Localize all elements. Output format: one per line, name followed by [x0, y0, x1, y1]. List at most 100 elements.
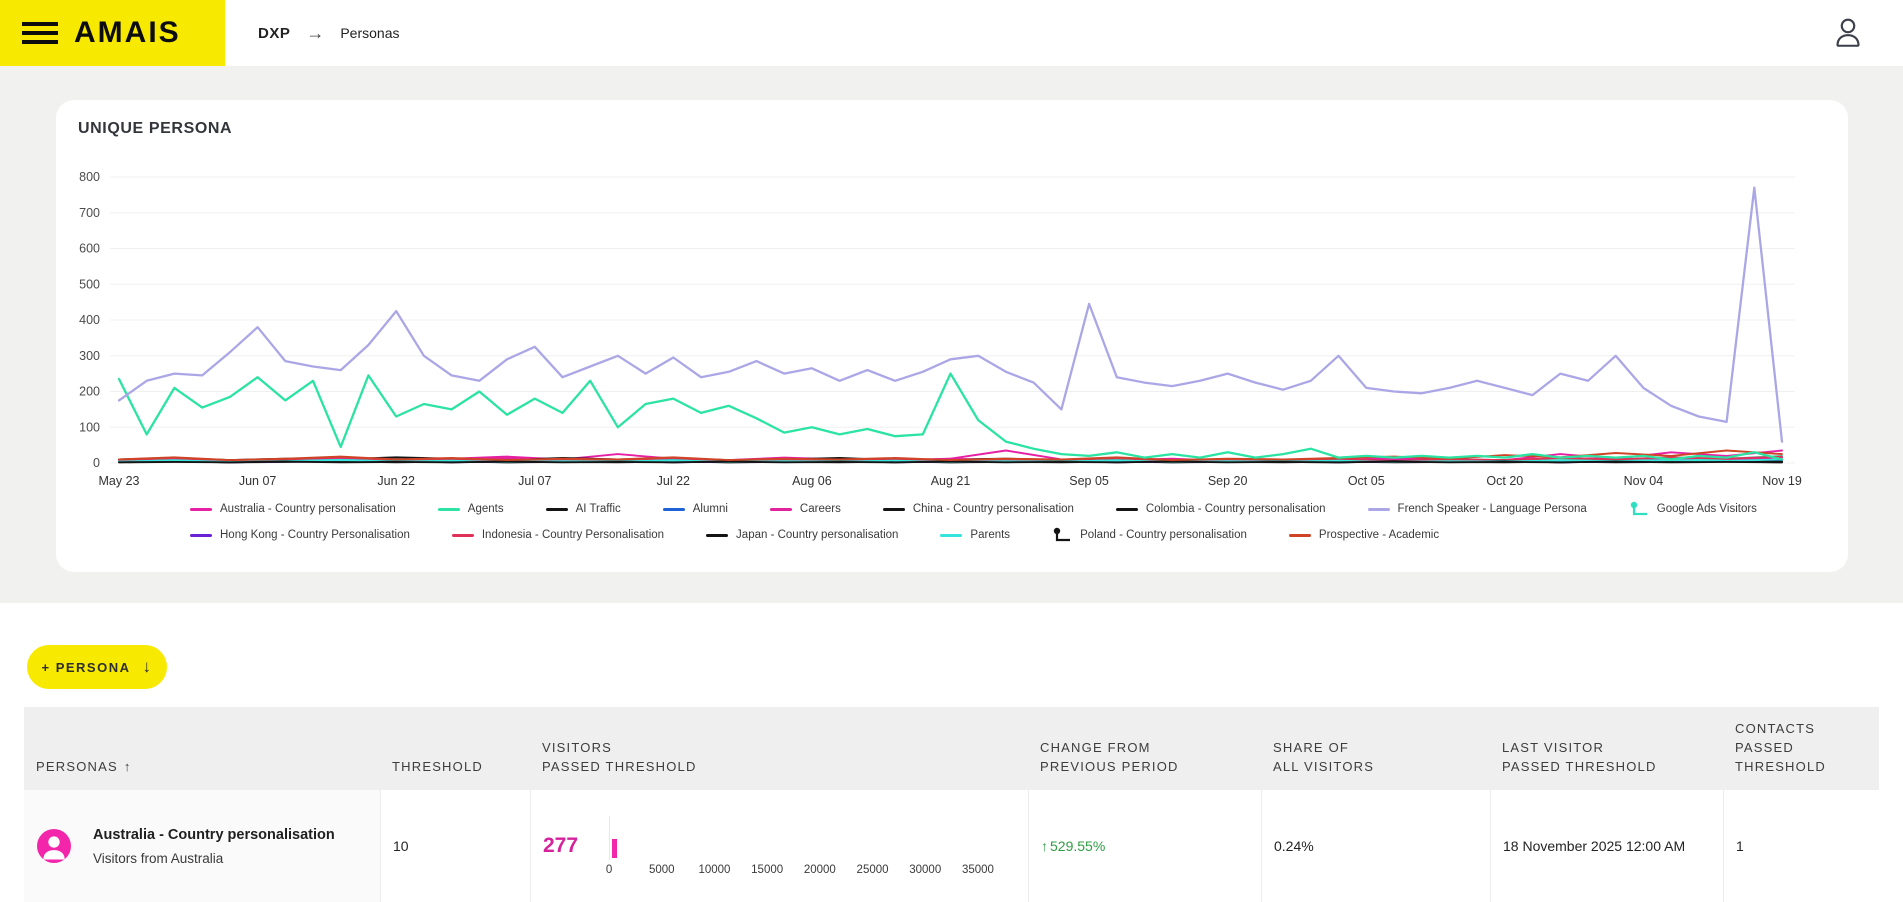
legend-line-icon: [883, 508, 905, 511]
column-header-contacts[interactable]: CONTACTS PASSED THRESHOLD: [1723, 720, 1879, 790]
chart-section-background: UNIQUE PERSONA 0100200300400500600700800…: [0, 66, 1903, 603]
legend-item-french[interactable]: French Speaker - Language Persona: [1368, 503, 1587, 515]
legend-item-agents[interactable]: Agents: [438, 503, 504, 515]
legend-line-icon: [452, 534, 474, 537]
persona-text-block: Australia - Country personalisation Visi…: [93, 827, 335, 866]
legend-dot-step-icon: [1052, 527, 1072, 543]
legend-line-icon: [438, 508, 460, 511]
y-axis-tick-label: 300: [79, 349, 100, 363]
legend-line-icon: [1116, 508, 1138, 511]
x-axis-tick-label: Oct 05: [1348, 474, 1385, 488]
user-profile-icon[interactable]: [1831, 14, 1865, 52]
column-header-change[interactable]: CHANGE FROM PREVIOUS PERIOD: [1028, 739, 1261, 790]
legend-item-ai_traffic[interactable]: AI Traffic: [546, 503, 621, 515]
legend-label: Careers: [800, 503, 841, 515]
legend-item-china[interactable]: China - Country personalisation: [883, 503, 1074, 515]
persona-subtitle: Visitors from Australia: [93, 851, 335, 866]
legend-label: Hong Kong - Country Personalisation: [220, 529, 410, 541]
legend-item-prospective[interactable]: Prospective - Academic: [1289, 529, 1439, 541]
x-axis-tick-label: Nov 04: [1624, 474, 1664, 488]
breadcrumb-current[interactable]: Personas: [340, 25, 399, 41]
top-bar: AMAIS DXP → Personas: [0, 0, 1903, 66]
legend-line-icon: [1289, 534, 1311, 537]
download-arrow-icon: ↓: [143, 657, 153, 677]
last-visitor-cell: 18 November 2025 12:00 AM: [1490, 790, 1723, 902]
legend-label: French Speaker - Language Persona: [1398, 503, 1587, 515]
chart-series-poland: [119, 462, 1782, 463]
mini-axis-tick: 15000: [751, 864, 783, 876]
legend-item-colombia[interactable]: Colombia - Country personalisation: [1116, 503, 1326, 515]
legend-label: AI Traffic: [576, 503, 621, 515]
personas-table: PERSONAS ↑ THRESHOLD VISITORS PASSED THRE…: [24, 707, 1879, 902]
legend-item-indonesia[interactable]: Indonesia - Country Personalisation: [452, 529, 664, 541]
x-axis-tick-label: Jun 07: [239, 474, 277, 488]
mini-axis-tick: 25000: [857, 864, 889, 876]
y-axis-tick-label: 700: [79, 206, 100, 220]
legend-item-australia[interactable]: Australia - Country personalisation: [190, 503, 396, 515]
legend-label: China - Country personalisation: [913, 503, 1074, 515]
x-axis-tick-label: Aug 06: [792, 474, 832, 488]
mini-axis-tick: 20000: [804, 864, 836, 876]
y-axis-tick-label: 500: [79, 277, 100, 291]
legend-line-icon: [663, 508, 685, 511]
legend-dot-step-icon: [1629, 501, 1649, 517]
persona-avatar: [37, 829, 71, 863]
column-header-personas-label: PERSONAS: [36, 759, 118, 774]
logo-block: AMAIS: [0, 0, 225, 66]
y-axis-tick-label: 200: [79, 385, 100, 399]
x-axis-tick-label: Sep 20: [1208, 474, 1248, 488]
mini-axis-tick: 0: [606, 864, 612, 876]
legend-item-alumni[interactable]: Alumni: [663, 503, 728, 515]
legend-label: Prospective - Academic: [1319, 529, 1439, 541]
add-persona-button[interactable]: + PERSONA ↓: [27, 645, 167, 689]
breadcrumb: DXP → Personas: [258, 0, 400, 66]
x-axis-tick-label: Oct 20: [1486, 474, 1523, 488]
table-row[interactable]: Australia - Country personalisation Visi…: [24, 790, 1879, 902]
visitors-mini-bar-chart: 05000100001500020000250003000035000: [590, 814, 1002, 878]
legend-item-careers[interactable]: Careers: [770, 503, 841, 515]
legend-line-icon: [706, 534, 728, 537]
card-title: UNIQUE PERSONA: [78, 120, 232, 138]
y-axis-tick-label: 600: [79, 242, 100, 256]
app-logo[interactable]: AMAIS: [74, 16, 181, 50]
column-header-visitors-passed[interactable]: VISITORS PASSED THRESHOLD: [530, 739, 1028, 790]
x-axis-tick-label: Aug 21: [931, 474, 971, 488]
legend-item-poland[interactable]: Poland - Country personalisation: [1052, 527, 1247, 543]
visitors-passed-value: 277: [543, 834, 578, 858]
legend-line-icon: [190, 534, 212, 537]
legend-label: Indonesia - Country Personalisation: [482, 529, 664, 541]
increase-arrow-icon: ↑: [1041, 838, 1048, 854]
persona-cell[interactable]: Australia - Country personalisation Visi…: [24, 790, 380, 902]
legend-line-icon: [190, 508, 212, 511]
legend-line-icon: [546, 508, 568, 511]
legend-item-google_ads[interactable]: Google Ads Visitors: [1629, 501, 1757, 517]
column-header-last-visitor[interactable]: LAST VISITOR PASSED THRESHOLD: [1490, 739, 1723, 790]
legend-label: Poland - Country personalisation: [1080, 529, 1247, 541]
x-axis-tick-label: Sep 05: [1069, 474, 1109, 488]
x-axis-tick-label: May 23: [99, 474, 140, 488]
chart-series-french: [119, 188, 1782, 442]
y-axis-tick-label: 0: [93, 456, 100, 470]
legend-item-japan[interactable]: Japan - Country personalisation: [706, 529, 898, 541]
column-header-share[interactable]: SHARE OF ALL VISITORS: [1261, 739, 1490, 790]
threshold-cell: 10: [380, 790, 530, 902]
contacts-cell: 1: [1723, 790, 1879, 902]
table-header-row: PERSONAS ↑ THRESHOLD VISITORS PASSED THRE…: [24, 707, 1879, 790]
mini-axis-tick: 30000: [909, 864, 941, 876]
change-cell: ↑ 529.55%: [1028, 790, 1261, 902]
legend-item-hong_kong[interactable]: Hong Kong - Country Personalisation: [190, 529, 410, 541]
unique-persona-line-chart: 0100200300400500600700800May 23Jun 07Jun…: [76, 165, 1806, 500]
hamburger-menu-icon[interactable]: [22, 22, 58, 44]
y-axis-tick-label: 800: [79, 170, 100, 184]
breadcrumb-root[interactable]: DXP: [258, 25, 290, 42]
chart-series-agents: [119, 374, 1782, 460]
share-cell: 0.24%: [1261, 790, 1490, 902]
x-axis-tick-label: Nov 19: [1762, 474, 1802, 488]
chart-legend-row-1: Australia - Country personalisation Agent…: [190, 501, 1757, 517]
column-header-threshold[interactable]: THRESHOLD: [380, 758, 530, 790]
legend-item-parents[interactable]: Parents: [940, 529, 1010, 541]
legend-line-icon: [770, 508, 792, 511]
chart-legend-row-2: Hong Kong - Country Personalisation Indon…: [190, 527, 1439, 543]
column-header-personas[interactable]: PERSONAS ↑: [24, 739, 380, 790]
sort-ascending-icon[interactable]: ↑: [124, 759, 132, 774]
